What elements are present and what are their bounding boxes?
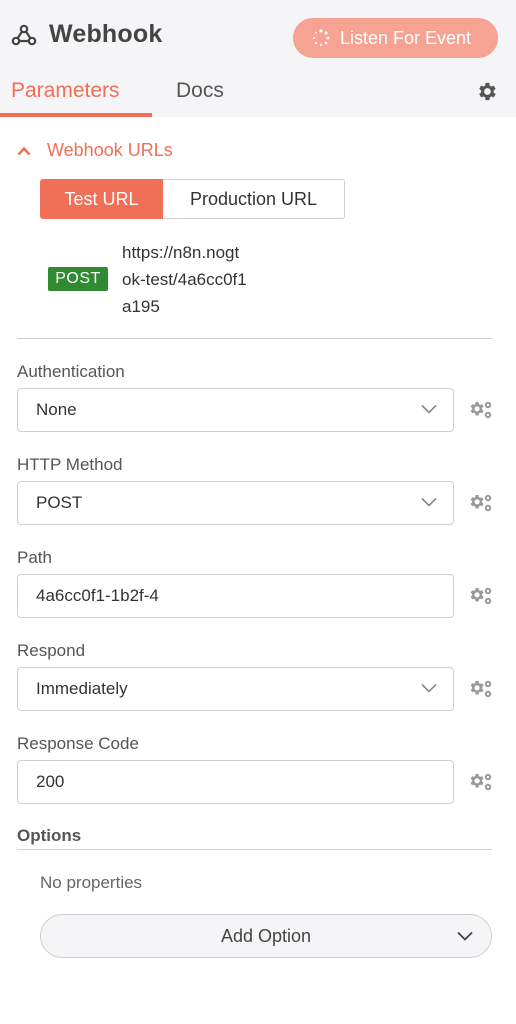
- node-header: Webhook Listen For Event Parameters Docs: [0, 0, 516, 117]
- chevron-down-icon: [421, 683, 437, 693]
- parameter-options-icon[interactable]: [466, 585, 493, 606]
- chevron-down-icon: [421, 404, 437, 414]
- authentication-label: Authentication: [17, 362, 125, 381]
- add-option-label: Add Option: [220, 925, 312, 946]
- path-input[interactable]: 4a6cc0f1-1b2f-4: [17, 574, 454, 618]
- no-properties-text: No properties: [40, 873, 143, 892]
- webhook-logo-icon: [11, 24, 37, 46]
- url-type-toggle: Test URL Production URL: [40, 179, 345, 219]
- parameter-options-icon[interactable]: [466, 678, 493, 699]
- http-method-badge: POST: [48, 267, 108, 291]
- add-option-button[interactable]: Add Option: [40, 914, 492, 958]
- response-code-input[interactable]: 200: [17, 760, 454, 804]
- response-code-value: 200: [36, 772, 65, 791]
- production-url-button[interactable]: Production URL: [163, 179, 345, 219]
- parameter-options-icon[interactable]: [466, 492, 493, 513]
- respond-select[interactable]: Immediately: [17, 667, 454, 711]
- options-divider: [17, 849, 492, 850]
- url-line: a195: [122, 297, 160, 316]
- listen-for-event-label: Listen For Event: [340, 27, 472, 48]
- gear-icon[interactable]: [475, 80, 498, 103]
- test-url-button[interactable]: Test URL: [40, 179, 163, 219]
- spinner-icon: [313, 29, 330, 47]
- options-label: Options: [17, 826, 82, 845]
- path-value: 4a6cc0f1-1b2f-4: [36, 586, 159, 605]
- response-code-label: Response Code: [17, 734, 139, 753]
- chevron-down-icon: [457, 931, 473, 941]
- authentication-value: None: [36, 400, 77, 419]
- node-title: Webhook: [49, 20, 163, 48]
- url-line: https://n8n.nogt: [122, 243, 240, 262]
- chevron-up-icon: [17, 146, 31, 155]
- listen-for-event-button[interactable]: Listen For Event: [293, 18, 498, 58]
- parameter-options-icon[interactable]: [466, 771, 493, 792]
- webhook-urls-toggle[interactable]: Webhook URLs: [17, 140, 173, 161]
- respond-label: Respond: [17, 641, 86, 660]
- http-method-label: HTTP Method: [17, 455, 123, 474]
- respond-value: Immediately: [36, 679, 128, 698]
- path-label: Path: [17, 548, 52, 567]
- url-line: ok-test/4a6cc0f1: [122, 270, 247, 289]
- chevron-down-icon: [421, 497, 437, 507]
- section-divider: [17, 338, 492, 339]
- webhook-urls-title: Webhook URLs: [47, 140, 173, 160]
- http-method-select[interactable]: POST: [17, 481, 454, 525]
- active-tab-indicator: [0, 113, 152, 117]
- http-method-value: POST: [36, 493, 83, 512]
- webhook-url-text[interactable]: https://n8n.nogt ok-test/4a6cc0f1 a195: [122, 239, 487, 320]
- parameter-options-icon[interactable]: [466, 399, 493, 420]
- tab-docs[interactable]: Docs: [176, 79, 224, 103]
- authentication-select[interactable]: None: [17, 388, 454, 432]
- tab-parameters[interactable]: Parameters: [11, 79, 120, 103]
